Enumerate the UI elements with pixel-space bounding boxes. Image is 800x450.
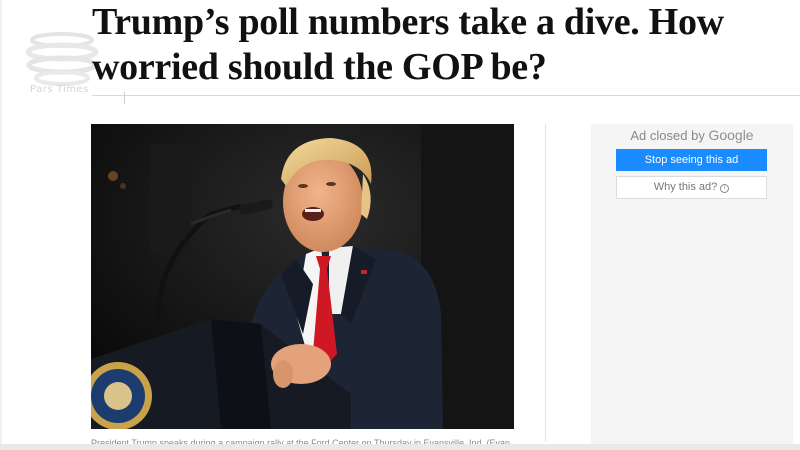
article-photo[interactable] (91, 124, 514, 429)
photo-illustration (91, 124, 514, 429)
ad-panel: Ad closed by Google Stop seeing this ad … (591, 124, 793, 444)
globe-logo-icon (25, 32, 99, 86)
watermark-text: Pars Times (30, 84, 89, 95)
ad-closed-prefix: Ad closed by (630, 128, 705, 143)
headline-divider (92, 95, 800, 96)
divider-tick (124, 92, 125, 104)
stop-seeing-ad-button[interactable]: Stop seeing this ad (616, 149, 767, 171)
ad-closed-notice: Ad closed by Google (591, 127, 793, 143)
why-this-ad-button[interactable]: Why this ad? i (616, 176, 767, 199)
article-headline: Trump’s poll numbers take a dive. How wo… (92, 0, 732, 90)
google-brand: Google (708, 127, 754, 143)
left-edge-line (0, 0, 2, 450)
info-icon: i (720, 184, 730, 193)
why-this-ad-label: Why this ad? (653, 181, 718, 193)
column-divider (545, 124, 546, 442)
headline-line-2: worried should the GOP be? (92, 46, 547, 88)
headline-line-1: Trump’s poll numbers take a dive. How (92, 1, 724, 43)
bottom-scrollbar-track[interactable] (0, 444, 800, 450)
